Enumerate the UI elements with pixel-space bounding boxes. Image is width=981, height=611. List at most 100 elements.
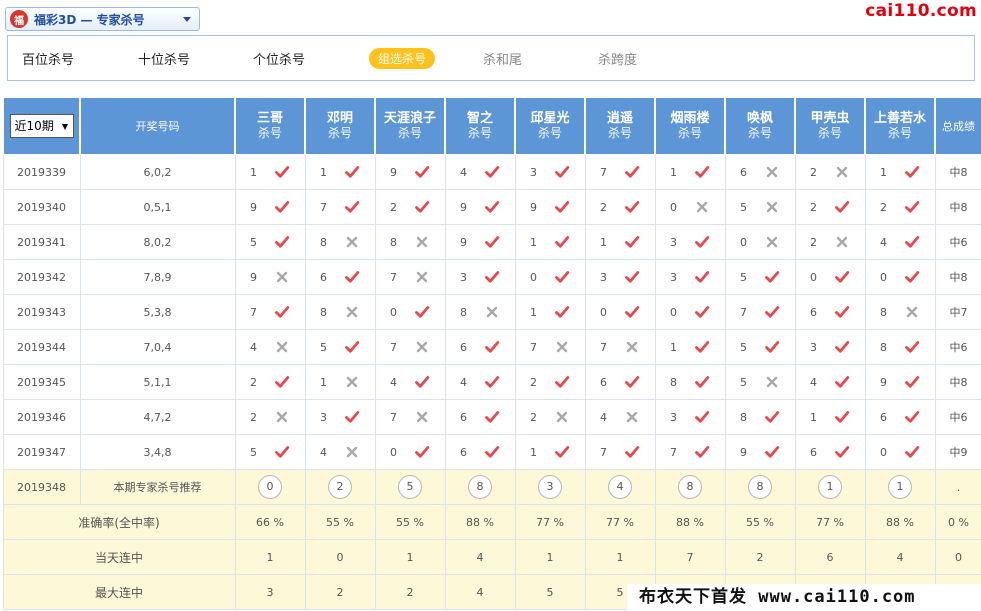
check-mark-icon — [555, 446, 570, 458]
cross-mark-icon — [766, 201, 778, 213]
expert-name: 上善若水 — [873, 111, 926, 126]
check-mark-icon — [275, 446, 290, 458]
stats-value: 2 — [724, 539, 796, 575]
kill-number: 8 — [320, 235, 327, 249]
check-mark-icon — [765, 411, 780, 423]
kill-number: 3 — [670, 270, 677, 284]
kill-number: 8 — [880, 340, 887, 354]
kill-cell: 0 — [374, 434, 446, 470]
check-mark-icon — [485, 236, 500, 248]
stats-label: 当天连中 — [2, 539, 236, 575]
expert-header[interactable]: 甲壳虫 杀号 — [794, 97, 866, 155]
kill-cell: 9 — [374, 154, 446, 190]
period-range-select[interactable]: 近10期 — [9, 114, 74, 138]
stats-value: 6 — [794, 539, 866, 575]
check-mark-icon — [625, 446, 640, 458]
lottery-type-select[interactable]: 福 福彩3D — 专家杀号 — [5, 7, 200, 31]
draw-number-header: 开奖号码 — [79, 97, 236, 155]
stats-row: 当天连中 1 0 1 4 1 1 7 2 6 4 0 — [2, 539, 981, 575]
kill-number: 8 — [320, 305, 327, 319]
total-score-header: 总成绩 — [934, 97, 981, 155]
expert-sub: 杀号 — [747, 126, 772, 140]
kill-cell: 4 — [794, 364, 866, 400]
expert-header[interactable]: 智之 杀号 — [444, 97, 516, 155]
kill-cell: 5 — [304, 329, 376, 365]
total-score-cell: 中8 — [934, 154, 981, 190]
draw-number-cell: 0,5,1 — [79, 189, 236, 225]
expert-sub: 杀号 — [537, 126, 562, 140]
expert-name: 邱星光 — [530, 111, 570, 126]
kill-cell: 8 — [654, 364, 726, 400]
expert-sub: 杀号 — [467, 126, 492, 140]
chevron-down-icon[interactable] — [183, 17, 191, 22]
kill-cell: 2 — [794, 224, 866, 260]
check-mark-icon — [905, 411, 920, 423]
check-mark-icon — [415, 306, 430, 318]
check-mark-icon — [345, 271, 360, 283]
kill-cell: 0 — [584, 294, 656, 330]
kill-number: 2 — [390, 200, 397, 214]
check-mark-icon — [275, 306, 290, 318]
kill-cell: 7 — [374, 399, 446, 435]
check-mark-icon — [415, 166, 430, 178]
kill-cell: 9 — [514, 189, 586, 225]
tab-tens-kill[interactable]: 十位杀号 — [138, 49, 190, 68]
kill-cell: 9 — [234, 189, 306, 225]
kill-cell: 4 — [304, 434, 376, 470]
expert-header[interactable]: 天涯浪子 杀号 — [374, 97, 446, 155]
check-mark-icon — [485, 166, 500, 178]
site-logo[interactable]: cai110.com — [865, 1, 977, 21]
expert-header[interactable]: 上善若水 杀号 — [864, 97, 936, 155]
period-range-value: 近10期 — [14, 119, 54, 133]
expert-header[interactable]: 逍遥 杀号 — [584, 97, 656, 155]
expert-header[interactable]: 唤枫 杀号 — [724, 97, 796, 155]
kill-cell: 6 — [304, 259, 376, 295]
kill-cell: 3 — [444, 259, 516, 295]
tab-hundreds-kill[interactable]: 百位杀号 — [22, 49, 74, 68]
tab-span-kill[interactable]: 杀跨度 — [598, 49, 637, 68]
check-mark-icon — [345, 341, 360, 353]
total-score-cell: 中8 — [934, 364, 981, 400]
check-mark-icon — [415, 376, 430, 388]
fucai-logo-icon: 福 — [10, 10, 28, 28]
recommend-label: 本期专家杀号推荐 — [79, 469, 236, 505]
kill-type-tabs: 百位杀号 十位杀号 个位杀号 组选杀号 杀和尾 杀跨度 — [7, 35, 975, 81]
recommend-ball: 4 — [608, 475, 632, 499]
expert-name: 烟雨楼 — [670, 111, 710, 126]
recommend-cell: 8 — [724, 469, 796, 505]
stats-value: 77 % — [584, 504, 656, 540]
expert-header[interactable]: 三哥 杀号 — [234, 97, 306, 155]
kill-cell: 7 — [584, 329, 656, 365]
period-cell: 2019339 — [2, 154, 81, 190]
cross-mark-icon — [346, 236, 358, 248]
total-score-cell: 中8 — [934, 189, 981, 225]
check-mark-icon — [555, 236, 570, 248]
kill-cell: 8 — [374, 224, 446, 260]
kill-cell: 8 — [444, 294, 516, 330]
kill-cell: 1 — [304, 154, 376, 190]
recommend-cell: 8 — [654, 469, 726, 505]
check-mark-icon — [555, 306, 570, 318]
stats-label: 最大连中 — [2, 574, 236, 610]
kill-cell: 7 — [234, 294, 306, 330]
kill-number: 0 — [670, 305, 677, 319]
check-mark-icon — [555, 376, 570, 388]
kill-cell: 7 — [584, 154, 656, 190]
kill-number: 1 — [250, 165, 257, 179]
tab-group-kill[interactable]: 组选杀号 — [369, 48, 436, 69]
expert-header[interactable]: 烟雨楼 杀号 — [654, 97, 726, 155]
check-mark-icon — [625, 376, 640, 388]
tab-units-kill[interactable]: 个位杀号 — [253, 49, 305, 68]
kill-cell: 6 — [584, 364, 656, 400]
tab-sum-tail-kill[interactable]: 杀和尾 — [483, 49, 522, 68]
expert-sub: 杀号 — [257, 126, 282, 140]
check-mark-icon — [625, 236, 640, 248]
expert-header[interactable]: 邓明 杀号 — [304, 97, 376, 155]
expert-header[interactable]: 邱星光 杀号 — [514, 97, 586, 155]
recommend-ball: 8 — [748, 475, 772, 499]
stats-value: 88 % — [444, 504, 516, 540]
total-score-cell: 中9 — [934, 434, 981, 470]
stats-value: 88 % — [864, 504, 936, 540]
expert-name: 甲壳虫 — [810, 111, 850, 126]
cross-mark-icon — [416, 236, 428, 248]
